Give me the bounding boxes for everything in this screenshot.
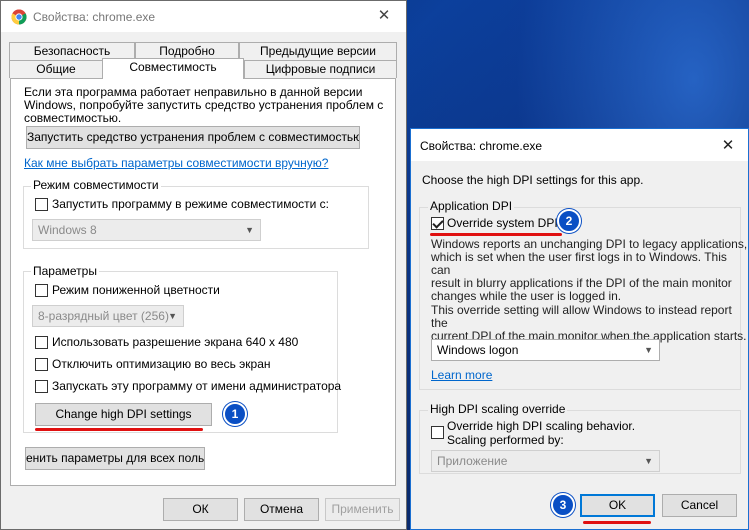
chevron-down-icon: ▼ [644,345,653,355]
change-high-dpi-button[interactable]: Change high DPI settings [35,403,212,426]
description-line: which is set when the user first logs in… [431,250,727,277]
tab-compatibility[interactable]: Совместимость [102,58,244,79]
close-icon[interactable]: ✕ [374,6,394,26]
dpi-ok-button[interactable]: OK [580,494,655,517]
run-as-admin-checkbox[interactable] [35,380,48,393]
compatibility-panel: Если эта программа работает неправильно … [10,78,396,486]
disable-fullscreen-label: Отключить оптимизацию во весь экран [52,357,271,371]
step-badge: 2 [557,209,581,233]
annotation-underline [35,428,203,431]
properties-window: Свойства: chrome.exe ✕ Безопасность Подр… [0,0,407,530]
override-system-dpi-label: Override system DPI [447,216,558,230]
override-paragraph: This override setting will allow Windows… [431,304,748,343]
dialog-title: Свойства: chrome.exe [420,139,543,153]
description-line: This override setting will allow Windows… [431,303,732,330]
compat-mode-checkbox-label: Запустить программу в режиме совместимос… [52,197,329,211]
dpi-source-select[interactable]: Windows logon ▼ [431,339,660,361]
override-scaling-checkbox[interactable] [431,426,444,439]
compat-mode-label: Режим совместимости [31,178,161,192]
res-640-checkbox[interactable] [35,336,48,349]
reduced-color-checkbox[interactable] [35,284,48,297]
manual-settings-link[interactable]: Как мне выбрать параметры совместимости … [24,156,328,170]
dialog-intro: Choose the high DPI settings for this ap… [422,173,644,187]
color-depth-select[interactable]: 8-разрядный цвет (256) ▼ [32,305,184,327]
intro-line: совместимостью. [24,111,122,125]
dpi-source-value: Windows logon [437,343,519,357]
compat-os-select[interactable]: Windows 8 ▼ [32,219,261,241]
chevron-down-icon: ▼ [644,456,653,466]
chevron-down-icon: ▼ [245,225,254,235]
run-troubleshooter-button[interactable]: Запустить средство устранения проблем с … [26,126,360,149]
params-label: Параметры [31,264,99,278]
learn-more-link[interactable]: Learn more [431,368,492,382]
dialog-title-bar: Свойства: chrome.exe ✕ [411,129,748,161]
tab-general[interactable]: Общие [9,60,103,78]
tab-previous-versions[interactable]: Предыдущие версии [239,42,397,60]
dpi-cancel-button[interactable]: Cancel [662,494,737,517]
close-icon[interactable]: ✕ [718,136,738,156]
compat-os-value: Windows 8 [38,223,97,237]
override-scaling-label: Override high DPI scaling behavior. [447,419,636,433]
res-640-label: Использовать разрешение экрана 640 х 480 [52,335,299,349]
intro-line: Windows, попробуйте запустить средство у… [24,98,384,112]
step-badge: 1 [223,402,247,426]
reduced-color-label: Режим пониженной цветности [52,283,220,297]
tab-digital-signatures[interactable]: Цифровые подписи [244,60,397,78]
color-depth-value: 8-разрядный цвет (256) [38,309,169,323]
disable-fullscreen-checkbox[interactable] [35,358,48,371]
scaling-select[interactable]: Приложение ▼ [431,450,660,472]
cancel-button[interactable]: Отмена [244,498,319,521]
ok-button[interactable]: ОК [163,498,238,521]
apply-button[interactable]: Применить [325,498,400,521]
all-users-button[interactable]: енить параметры для всех пользов [25,447,205,470]
compat-mode-checkbox[interactable] [35,198,48,211]
annotation-underline [583,521,651,524]
scaling-label: High DPI scaling override [428,402,568,416]
run-as-admin-label: Запускать эту программу от имени админис… [52,379,342,393]
annotation-underline [430,233,562,236]
description-paragraph: Windows reports an unchanging DPI to leg… [431,238,748,303]
scaling-performed-label: Scaling performed by: [447,433,564,447]
high-dpi-dialog: Свойства: chrome.exe ✕ Choose the high D… [410,128,749,530]
override-system-dpi-checkbox[interactable] [431,217,444,230]
app-dpi-label: Application DPI [428,199,515,213]
chrome-icon [11,9,27,25]
intro-line: Если эта программа работает неправильно … [24,85,363,99]
scaling-value: Приложение [437,454,508,468]
window-title: Свойства: chrome.exe [33,10,156,24]
description-line: changes while the user is logged in. [431,289,622,303]
title-bar: Свойства: chrome.exe ✕ [1,1,406,32]
chevron-down-icon: ▼ [168,311,177,321]
step-badge: 3 [551,493,575,517]
